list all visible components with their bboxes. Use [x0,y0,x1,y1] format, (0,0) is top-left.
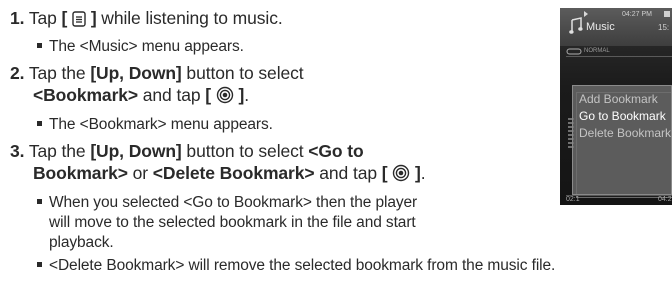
step-3-line-1: 3. Tap the [Up, Down] button to select <… [10,141,364,162]
step-number: 2. [10,63,25,83]
bracket-open: [ [205,85,211,105]
progress-bar [566,195,672,196]
step-text: Tap the [28,63,91,83]
bookmark-menu: Add Bookmark Go to Bookmark Delete Bookm… [572,85,672,195]
bullet-marker [37,121,42,126]
menu-icon [72,11,86,27]
step-text: button to select [181,141,309,161]
play-icon [584,11,588,17]
key-label: [Up, Down] [90,63,182,83]
step-text: Tap the [28,141,91,161]
menu-target: Bookmark> [33,163,128,183]
player-screen: Music 04:27 PM 15: NORMAL Add Bookmark G… [560,8,672,205]
select-icon [393,164,410,182]
step-2-note: The <Bookmark> menu appears. [37,115,273,134]
time-start: 02:1 [566,196,580,203]
step-3-note-1: When you selected <Go to Bookmark> then … [37,193,417,212]
menu-target: <Delete Bookmark> [152,163,315,183]
step-text: and tap [138,85,206,105]
bracket-open: [ [381,163,388,183]
step-1-note: The <Music> menu appears. [37,37,244,56]
step-text: and tap [314,163,382,183]
time-end: 04:2 [658,196,672,203]
step-1: 1. Tap [ ] while listening to music. [10,8,283,29]
note-text: The <Bookmark> menu appears. [49,116,273,133]
menu-item-add-bookmark[interactable]: Add Bookmark [579,92,658,106]
key-label: [Up, Down] [90,141,182,161]
bullet-marker [37,43,42,48]
repeat-icon [566,48,582,55]
menu-target: <Go to [308,141,364,161]
step-text: . [244,85,250,105]
step-2-line-1: 2. Tap the [Up, Down] button to select [10,63,304,84]
step-3-note-1-cont: will move to the selected bookmark in th… [49,213,416,232]
screen-title: Music [586,21,615,33]
step-3-line-2: Bookmark> or <Delete Bookmark> and tap [… [33,163,426,184]
step-number: 1. [10,8,25,28]
menu-item-delete-bookmark[interactable]: Delete Bookmark [579,126,671,140]
step-number: 3. [10,141,25,161]
step-3-note-1-cont: playback. [49,233,114,252]
bullet-marker [37,199,42,204]
bracket-open: [ [61,8,68,28]
menu-target: <Bookmark> [33,85,139,105]
repeat-mode: NORMAL [584,48,610,54]
step-3-note-2: <Delete Bookmark> will remove the select… [37,256,555,275]
note-text: playback. [49,234,114,251]
music-note-icon [569,17,583,34]
step-text: button to select [181,63,304,83]
step-text: or [127,163,153,183]
note-text: will move to the selected bookmark in th… [49,214,416,231]
step-text: . [420,163,426,183]
clock: 04:27 PM [622,11,652,18]
step-text: while listening to music. [96,8,283,28]
step-text: Tap [28,8,62,28]
note-text: <Delete Bookmark> will remove the select… [49,257,556,274]
battery-icon [664,11,670,17]
divider [566,56,672,57]
select-icon [216,86,233,104]
step-2-line-2: <Bookmark> and tap [ ]. [33,85,249,106]
bullet-marker [37,262,42,267]
note-text: The <Music> menu appears. [49,38,244,55]
elapsed-time: 15: [658,23,670,32]
note-text: When you selected <Go to Bookmark> then … [49,194,418,211]
menu-item-go-to-bookmark[interactable]: Go to Bookmark [579,109,666,123]
